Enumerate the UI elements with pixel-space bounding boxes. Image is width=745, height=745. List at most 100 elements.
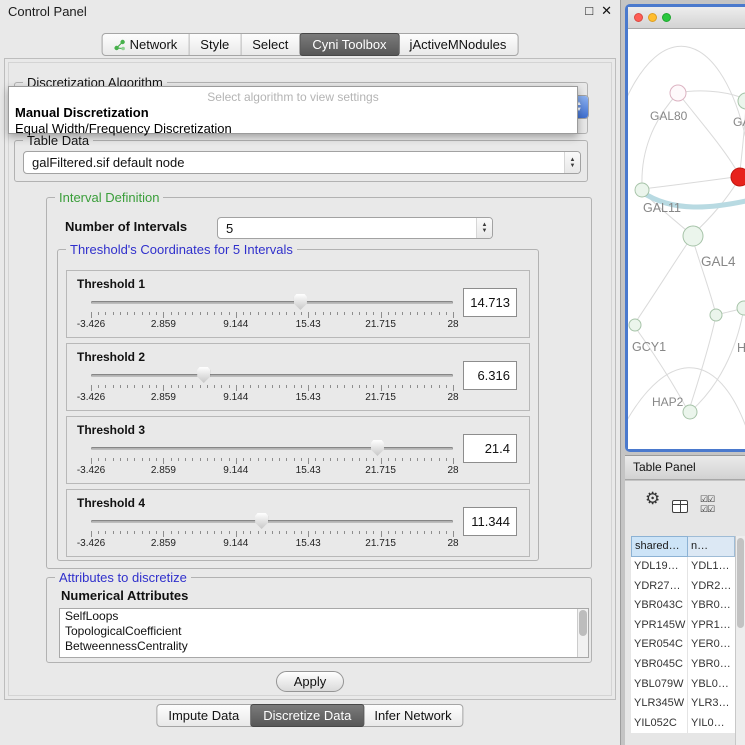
tab-jactivemnodules[interactable]: jActiveMNodules	[399, 34, 518, 55]
zoom-traffic-light-icon[interactable]	[662, 13, 671, 22]
table-cell[interactable]: YBR0…	[688, 596, 735, 616]
scale-label: 28	[447, 319, 458, 330]
close-window-icon[interactable]: ✕	[601, 3, 612, 19]
table-cell[interactable]: YDR2…	[688, 577, 735, 597]
attribute-list-item[interactable]: SelfLoops	[60, 609, 588, 624]
scrollbar-thumb[interactable]	[737, 538, 744, 628]
tab-discretize-data-label: Discretize Data	[263, 708, 351, 723]
float-window-icon[interactable]: □	[585, 3, 593, 19]
table-row[interactable]: YDL19…YDL1…	[631, 557, 735, 577]
slider-track[interactable]	[91, 374, 453, 377]
table-cell[interactable]: YIL052C	[631, 714, 688, 734]
scale-label: 2.859	[151, 538, 176, 549]
tab-impute-data[interactable]: Impute Data	[157, 705, 251, 726]
slider-track[interactable]	[91, 520, 453, 523]
threshold-3-value-field[interactable]: 21.4	[463, 434, 517, 463]
table-cell[interactable]: YLR345W	[631, 694, 688, 714]
node-hap2[interactable]	[683, 405, 697, 419]
tick-mark	[402, 312, 403, 315]
tick-mark	[286, 458, 287, 461]
table-cell[interactable]: YPR145W	[631, 616, 688, 636]
node-right-edge[interactable]	[737, 301, 745, 315]
table-row[interactable]: YER054CYER0…	[631, 635, 735, 655]
threshold-1-slider[interactable]	[91, 293, 453, 310]
table-cell[interactable]: YBL0…	[688, 675, 735, 695]
network-window-titlebar[interactable]	[628, 7, 745, 29]
tick-mark	[265, 458, 266, 461]
tick-mark	[113, 458, 114, 461]
checkbox-toolbar-icons[interactable]: ☑☑ ☑☑	[700, 494, 726, 514]
tab-infer-network[interactable]: Infer Network	[363, 705, 462, 726]
table-cell[interactable]: YBR045C	[631, 655, 688, 675]
table-cell[interactable]: YPR1…	[688, 616, 735, 636]
table-cell[interactable]: YBR0…	[688, 655, 735, 675]
number-of-intervals-select[interactable]: 5 ▲ ▼	[217, 217, 493, 239]
attribute-list-item[interactable]: TopologicalCoefficient	[60, 624, 588, 639]
dropdown-option-manual-discretization[interactable]: Manual Discretization	[9, 104, 577, 120]
table-cell[interactable]: YER0…	[688, 635, 735, 655]
columns-icon[interactable]	[672, 500, 688, 513]
slider-thumb[interactable]	[197, 367, 210, 383]
tick-mark	[308, 385, 309, 391]
tick-mark	[207, 531, 208, 534]
tab-network[interactable]: Network	[103, 34, 190, 55]
threshold-1-value-field[interactable]: 14.713	[463, 288, 517, 317]
tab-select[interactable]: Select	[241, 34, 300, 55]
table-cell[interactable]: YDR27…	[631, 577, 688, 597]
slider-thumb[interactable]	[255, 513, 268, 529]
node-gal11[interactable]	[635, 183, 649, 197]
table-data-select[interactable]: galFiltered.sif default node ▲ ▼	[23, 151, 581, 174]
column-header-shared-name[interactable]: shared…	[631, 536, 688, 557]
table-cell[interactable]: YER054C	[631, 635, 688, 655]
column-header-name[interactable]: n…	[688, 536, 735, 557]
table-cell[interactable]: YBR043C	[631, 596, 688, 616]
node-gal4[interactable]	[683, 226, 703, 246]
slider-thumb[interactable]	[294, 294, 307, 310]
tab-cyni-toolbox[interactable]: Cyni Toolbox	[299, 33, 399, 56]
apply-button[interactable]: Apply	[276, 671, 344, 692]
table-cell[interactable]: YLR3…	[688, 694, 735, 714]
threshold-2-value-field[interactable]: 6.316	[463, 361, 517, 390]
dropdown-option-equal-width-frequency[interactable]: Equal Width/Frequency Discretization	[9, 120, 577, 137]
gear-icon[interactable]: ⚙	[645, 489, 660, 509]
tick-mark	[337, 312, 338, 315]
table-cell[interactable]: YDL19…	[631, 557, 688, 577]
threshold-2-slider[interactable]	[91, 366, 453, 383]
tick-mark	[236, 531, 237, 537]
threshold-3-slider[interactable]	[91, 439, 453, 456]
table-row[interactable]: YDR27…YDR2…	[631, 577, 735, 597]
table-row[interactable]: YBR043CYBR0…	[631, 596, 735, 616]
table-row[interactable]: YIL052CYIL0…	[631, 714, 735, 734]
attribute-list-item[interactable]: BetweennessCentrality	[60, 639, 588, 654]
table-cell[interactable]: YIL0…	[688, 714, 735, 734]
checkbox-icons-row2: ☑☑	[700, 504, 726, 514]
table-row[interactable]: YBR045CYBR0…	[631, 655, 735, 675]
node-ga[interactable]	[738, 93, 745, 109]
node-small-1[interactable]	[710, 309, 722, 321]
attributes-scrollbar[interactable]	[577, 609, 588, 657]
table-cell[interactable]: YBL079W	[631, 675, 688, 695]
scrollbar-thumb[interactable]	[579, 610, 587, 636]
tick-mark	[178, 312, 179, 315]
node-gcy1[interactable]	[629, 319, 641, 331]
table-row[interactable]: YPR145WYPR1…	[631, 616, 735, 636]
threshold-4-slider[interactable]	[91, 512, 453, 529]
numerical-attributes-list[interactable]: SelfLoopsTopologicalCoefficientBetweenne…	[59, 608, 589, 658]
table-scrollbar[interactable]	[735, 536, 745, 745]
node-gal80[interactable]	[670, 85, 686, 101]
minimize-traffic-light-icon[interactable]	[648, 13, 657, 22]
table-cell[interactable]: YDL1…	[688, 557, 735, 577]
close-traffic-light-icon[interactable]	[634, 13, 643, 22]
table-row[interactable]: YLR345WYLR3…	[631, 694, 735, 714]
slider-thumb[interactable]	[371, 440, 384, 456]
threshold-4-value-field[interactable]: 11.344	[463, 507, 517, 536]
tab-discretize-data[interactable]: Discretize Data	[250, 704, 364, 727]
slider-track[interactable]	[91, 301, 453, 304]
network-canvas[interactable]: GAL80 GA GAL11 GAL4 GCY1 H HAP2	[628, 29, 745, 449]
tick-mark	[105, 385, 106, 388]
slider-track[interactable]	[91, 447, 453, 450]
table-row[interactable]: YBL079WYBL0…	[631, 675, 735, 695]
node-selected-red[interactable]	[731, 168, 745, 186]
tab-style[interactable]: Style	[189, 34, 241, 55]
dropdown-placeholder-option[interactable]: Select algorithm to view settings	[9, 87, 577, 104]
